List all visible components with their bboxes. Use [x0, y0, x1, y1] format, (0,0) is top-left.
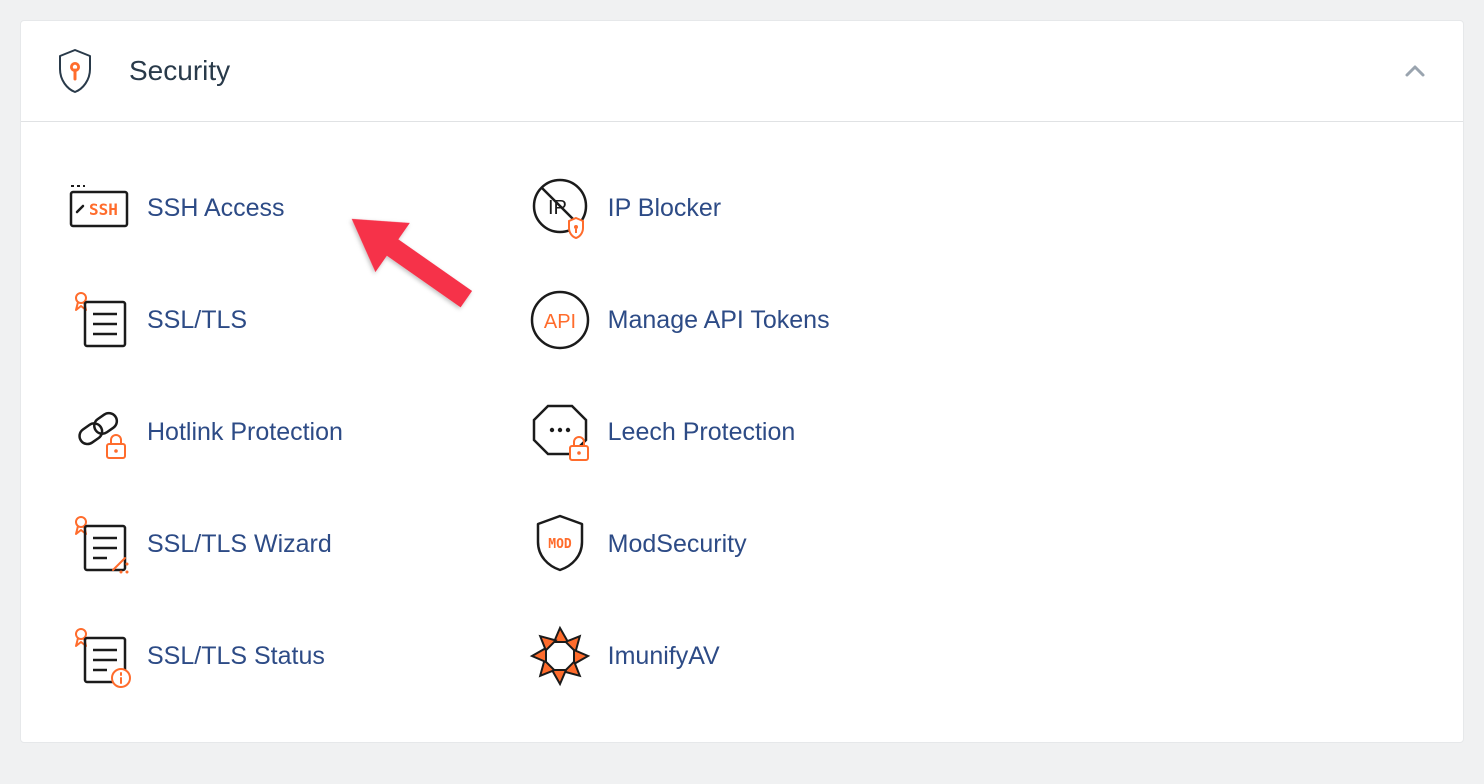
svg-text:MOD: MOD	[548, 537, 572, 552]
column-3	[972, 152, 1433, 712]
chevron-up-icon	[1402, 58, 1428, 84]
ssl-tls-status-item[interactable]: SSL/TLS Status	[51, 600, 512, 712]
imunifyav-item[interactable]: ImunifyAV	[512, 600, 973, 712]
ssl-tls-wizard-item[interactable]: SSL/TLS Wizard	[51, 488, 512, 600]
item-label: Leech Protection	[608, 418, 796, 447]
leech-protection-item[interactable]: Leech Protection	[512, 376, 973, 488]
leech-protection-icon	[512, 396, 608, 468]
item-label: IP Blocker	[608, 194, 721, 223]
ssl-tls-item[interactable]: SSL/TLS	[51, 264, 512, 376]
item-label: ModSecurity	[608, 530, 747, 559]
item-label: SSL/TLS	[147, 306, 247, 335]
ssl-status-icon	[51, 620, 147, 692]
security-panel-body: SSH SSH Access SSL/TLS	[21, 122, 1463, 742]
item-label: SSL/TLS Status	[147, 642, 325, 671]
item-label: SSL/TLS Wizard	[147, 530, 332, 559]
api-tokens-icon: API	[512, 284, 608, 356]
ssl-wizard-icon	[51, 508, 147, 580]
hotlink-protection-item[interactable]: Hotlink Protection	[51, 376, 512, 488]
column-1: SSH SSH Access SSL/TLS	[51, 152, 512, 712]
imunifyav-icon	[512, 620, 608, 692]
security-shield-icon	[55, 47, 95, 95]
item-label: ImunifyAV	[608, 642, 720, 671]
ssh-access-item[interactable]: SSH SSH Access	[51, 152, 512, 264]
svg-text:SSH: SSH	[89, 200, 118, 219]
svg-text:API: API	[544, 311, 576, 333]
security-panel-header: Security	[21, 21, 1463, 122]
modsecurity-item[interactable]: MOD ModSecurity	[512, 488, 973, 600]
manage-api-tokens-item[interactable]: API Manage API Tokens	[512, 264, 973, 376]
item-label: Hotlink Protection	[147, 418, 343, 447]
item-label: SSH Access	[147, 194, 285, 223]
ssl-certificate-icon	[51, 284, 147, 356]
panel-title: Security	[129, 55, 230, 87]
collapse-toggle[interactable]	[1399, 55, 1431, 87]
svg-text:IP: IP	[548, 197, 567, 219]
ip-blocker-item[interactable]: IP IP Blocker	[512, 152, 973, 264]
ssh-terminal-icon: SSH	[51, 172, 147, 244]
hotlink-chain-icon	[51, 396, 147, 468]
item-label: Manage API Tokens	[608, 306, 830, 335]
modsecurity-shield-icon: MOD	[512, 508, 608, 580]
security-panel: Security SSH SSH Access	[20, 20, 1464, 743]
column-2: IP IP Blocker API Manage API Tokens	[512, 152, 973, 712]
ip-blocker-icon: IP	[512, 172, 608, 244]
